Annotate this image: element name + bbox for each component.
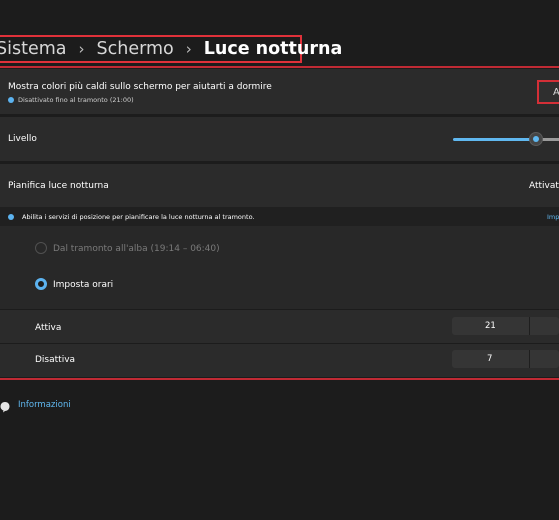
time-divider <box>529 350 530 368</box>
turn-on-now-label: A <box>553 87 559 98</box>
radio-set-hours[interactable] <box>35 278 47 290</box>
status-dot-icon <box>8 97 14 103</box>
level-slider-thumb[interactable] <box>529 132 543 146</box>
schedule-options-panel <box>0 226 559 309</box>
location-notice: Abilita i servizi di posizione per piani… <box>8 213 255 221</box>
breadcrumb-sistema[interactable]: Sistema <box>0 39 67 59</box>
night-light-status: Disattivato fino al tramonto (21:00) <box>8 96 134 104</box>
info-icon <box>8 214 14 220</box>
chevron-right-icon: › <box>185 40 192 58</box>
turn-on-time-picker[interactable]: 21 <box>452 317 559 335</box>
level-label: Livello <box>8 134 37 144</box>
turn-on-now-button[interactable]: A <box>537 80 559 104</box>
turn-on-hour: 21 <box>485 321 496 331</box>
help-icon <box>0 398 10 413</box>
schedule-label: Pianifica luce notturna <box>8 181 109 191</box>
night-light-title: Mostra colori più caldi sullo schermo pe… <box>8 82 272 92</box>
breadcrumb: Sistema › Schermo › Luce notturna <box>0 35 342 63</box>
radio-sunset-sunrise-label: Dal tramonto all'alba (19:14 – 06:40) <box>53 244 220 254</box>
chevron-right-icon: › <box>78 40 85 58</box>
location-settings-link[interactable]: Imp <box>547 213 559 221</box>
time-divider <box>529 317 530 335</box>
turn-off-time-picker[interactable]: 7 <box>452 350 559 368</box>
schedule-toggle-state: Attivato <box>529 181 559 191</box>
turn-off-label: Disattiva <box>35 355 76 365</box>
info-link[interactable]: Informazioni <box>18 400 71 410</box>
breadcrumb-schermo[interactable]: Schermo <box>97 39 174 59</box>
turn-off-hour: 7 <box>487 354 493 364</box>
turn-on-label: Attiva <box>35 323 62 333</box>
radio-sunset-sunrise[interactable] <box>35 242 47 254</box>
page-title: Luce notturna <box>203 39 343 59</box>
night-light-status-text: Disattivato fino al tramonto (21:00) <box>18 96 134 104</box>
radio-set-hours-label: Imposta orari <box>53 280 114 290</box>
location-notice-text: Abilita i servizi di posizione per piani… <box>22 213 255 221</box>
level-slider-fill[interactable] <box>453 138 535 141</box>
